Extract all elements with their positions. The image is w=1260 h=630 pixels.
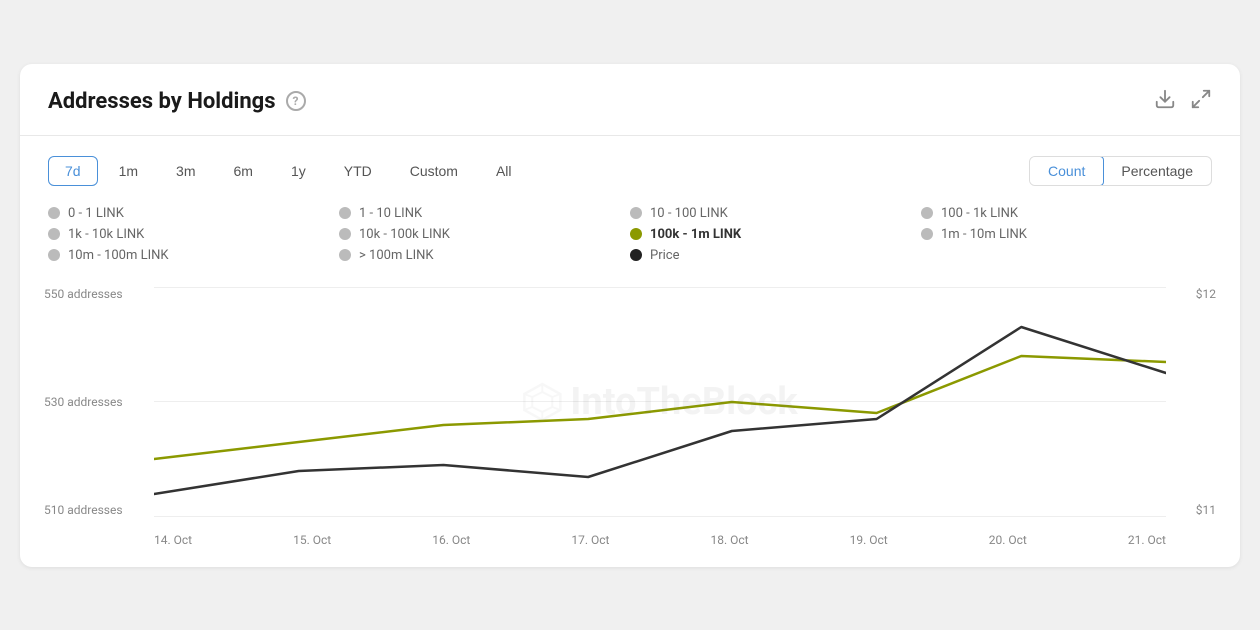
time-btn-1y[interactable]: 1y [274, 156, 323, 186]
legend-dot [339, 228, 351, 240]
legend-item-100-1k: 100 - 1k LINK [921, 206, 1212, 221]
legend-label: > 100m LINK [359, 248, 434, 263]
x-axis: 14. Oct 15. Oct 16. Oct 17. Oct 18. Oct … [154, 533, 1166, 547]
x-label-1: 15. Oct [293, 533, 331, 547]
legend-item-gt100m: > 100m LINK [339, 248, 630, 263]
legend-item-100k-1m: 100k - 1m LINK [630, 227, 921, 242]
legend-label: 1m - 10m LINK [941, 227, 1027, 242]
legend-item-1-10: 1 - 10 LINK [339, 206, 630, 221]
legend-dot [630, 207, 642, 219]
legend-dot [921, 207, 933, 219]
legend-label-active: 100k - 1m LINK [650, 227, 741, 242]
legend-label: 1k - 10k LINK [68, 227, 144, 242]
y-right-bottom: $11 [1196, 503, 1216, 517]
y-label-bottom: 510 addresses [44, 503, 154, 517]
time-btn-all[interactable]: All [479, 156, 529, 186]
x-label-6: 20. Oct [989, 533, 1027, 547]
x-label-7: 21. Oct [1128, 533, 1166, 547]
header: Addresses by Holdings ? [48, 88, 1212, 115]
legend-dot [339, 207, 351, 219]
legend-label: 100 - 1k LINK [941, 206, 1018, 221]
time-btn-7d[interactable]: 7d [48, 156, 98, 186]
controls-bar: 7d 1m 3m 6m 1y YTD Custom All Count Perc… [48, 156, 1212, 186]
legend-dot [48, 207, 60, 219]
legend-dot-price [630, 249, 642, 261]
x-label-4: 18. Oct [711, 533, 749, 547]
chart-svg [154, 287, 1166, 517]
card: Addresses by Holdings ? [20, 64, 1240, 567]
y-label-mid: 530 addresses [44, 395, 154, 409]
y-axis-left: 550 addresses 530 addresses 510 addresse… [44, 287, 154, 517]
legend-dot [48, 228, 60, 240]
legend-item-price: Price [630, 248, 921, 263]
time-buttons: 7d 1m 3m 6m 1y YTD Custom All [48, 156, 529, 186]
header-left: Addresses by Holdings ? [48, 89, 306, 114]
view-btn-percentage[interactable]: Percentage [1103, 157, 1211, 185]
legend: 0 - 1 LINK 1 - 10 LINK 10 - 100 LINK 100… [48, 206, 1212, 263]
legend-label: 10 - 100 LINK [650, 206, 728, 221]
legend-label: 1 - 10 LINK [359, 206, 422, 221]
legend-label: 10k - 100k LINK [359, 227, 450, 242]
chart-inner: IntoTheBlock [154, 287, 1166, 517]
y-axis-right: $12 $11 [1176, 287, 1216, 517]
legend-dot-active [630, 228, 642, 240]
legend-dot [339, 249, 351, 261]
x-label-3: 17. Oct [571, 533, 609, 547]
x-label-0: 14. Oct [154, 533, 192, 547]
time-btn-ytd[interactable]: YTD [327, 156, 389, 186]
download-icon[interactable] [1154, 88, 1176, 115]
legend-item-1k-10k: 1k - 10k LINK [48, 227, 339, 242]
legend-dot [921, 228, 933, 240]
time-btn-custom[interactable]: Custom [393, 156, 475, 186]
time-btn-1m[interactable]: 1m [102, 156, 155, 186]
time-btn-6m[interactable]: 6m [216, 156, 269, 186]
x-label-5: 19. Oct [850, 533, 888, 547]
view-btn-count[interactable]: Count [1029, 156, 1104, 186]
legend-label-price: Price [650, 248, 679, 263]
legend-label: 10m - 100m LINK [68, 248, 169, 263]
header-right [1154, 88, 1212, 115]
legend-label: 0 - 1 LINK [68, 206, 124, 221]
view-buttons: Count Percentage [1029, 156, 1212, 186]
legend-item-0-1: 0 - 1 LINK [48, 206, 339, 221]
page-title: Addresses by Holdings [48, 89, 276, 114]
expand-icon[interactable] [1190, 88, 1212, 115]
header-divider [20, 135, 1240, 136]
chart-area: 550 addresses 530 addresses 510 addresse… [44, 287, 1216, 547]
legend-item-10m-100m: 10m - 100m LINK [48, 248, 339, 263]
x-label-2: 16. Oct [432, 533, 470, 547]
legend-item-10k-100k: 10k - 100k LINK [339, 227, 630, 242]
y-label-top: 550 addresses [44, 287, 154, 301]
legend-dot [48, 249, 60, 261]
legend-item-1m-10m: 1m - 10m LINK [921, 227, 1212, 242]
time-btn-3m[interactable]: 3m [159, 156, 212, 186]
y-right-top: $12 [1196, 287, 1216, 301]
olive-line [154, 356, 1166, 459]
legend-item-10-100: 10 - 100 LINK [630, 206, 921, 221]
help-icon[interactable]: ? [286, 91, 306, 111]
